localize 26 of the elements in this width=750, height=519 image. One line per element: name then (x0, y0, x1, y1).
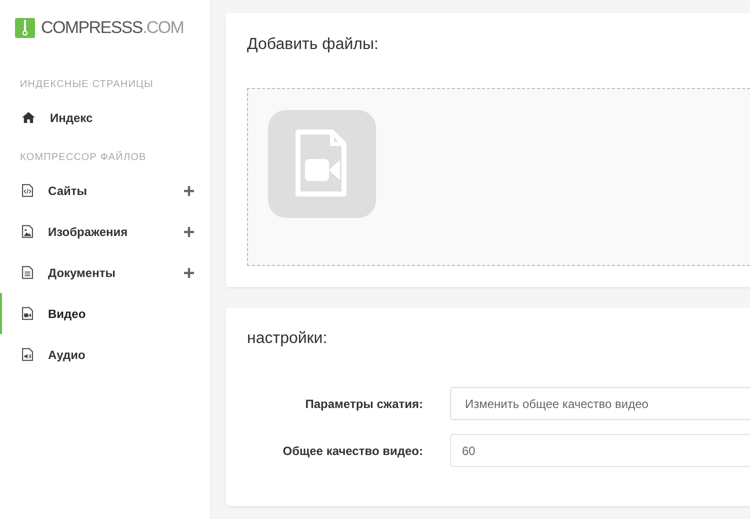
upload-title: Добавить файлы: (247, 35, 380, 55)
field-label: Общее качество видео: (282, 444, 423, 458)
nav-item[interactable]: Документы (0, 252, 210, 293)
plus-icon[interactable] (184, 186, 194, 196)
nav-item[interactable]: Индекс (0, 97, 210, 138)
logo-icon (15, 18, 35, 38)
nav-section-heading: ИНДЕКСНЫЕ СТРАНИЦЫ (19, 78, 154, 92)
nav-item[interactable]: Сайты (0, 170, 210, 211)
select-field[interactable]: Изменить общее качество видео (450, 387, 750, 420)
nav-section-heading: КОМПРЕССОР ФАЙЛОВ (19, 150, 148, 165)
image-file-icon (22, 225, 33, 238)
home-icon (22, 112, 35, 123)
audio-file-icon (22, 348, 33, 361)
nav-item[interactable]: Видео (0, 293, 210, 334)
input-field[interactable]: 60 (450, 434, 750, 467)
nav-item[interactable]: Аудио (0, 334, 210, 375)
code-file-icon (22, 184, 33, 197)
plus-icon[interactable] (184, 226, 194, 236)
logo-text: COMPRESSS.COM (41, 18, 184, 38)
video-file-icon (22, 307, 33, 320)
settings-title: настройки: (247, 329, 328, 349)
nav-item[interactable]: Изображения (0, 211, 210, 252)
document-icon (22, 266, 33, 279)
plus-icon[interactable] (184, 268, 194, 278)
video-file-icon (268, 110, 376, 218)
field-label: Параметры сжатия: (304, 396, 423, 410)
